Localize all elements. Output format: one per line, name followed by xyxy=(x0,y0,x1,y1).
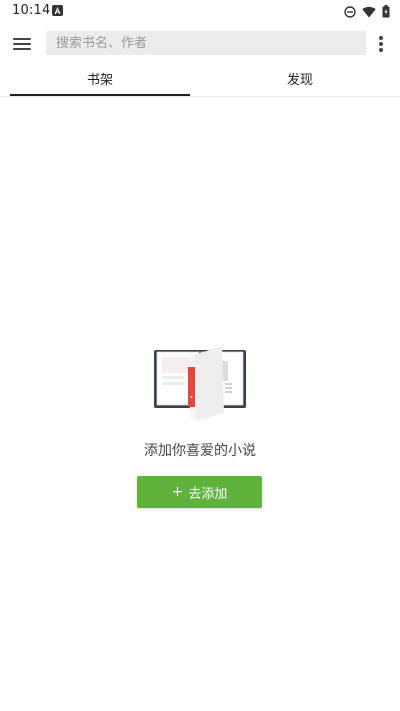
tab-bookshelf[interactable]: 书架 xyxy=(10,66,190,96)
toolbar xyxy=(0,24,400,64)
empty-state-message: 添加你喜爱的小说 xyxy=(144,443,256,459)
tab-discover[interactable]: 发现 xyxy=(210,66,390,96)
a-notification-icon xyxy=(52,5,63,16)
add-button-label: 去添加 xyxy=(188,486,228,502)
tab-divider xyxy=(0,96,400,97)
wifi-icon xyxy=(362,3,376,22)
battery-icon xyxy=(382,3,390,22)
search-box[interactable] xyxy=(46,31,366,55)
status-time: 10:14 xyxy=(12,3,51,18)
open-book-icon xyxy=(150,343,250,421)
do-not-disturb-icon xyxy=(344,3,356,22)
plus-icon: + xyxy=(171,484,184,500)
status-bar: 10:14 xyxy=(0,0,400,22)
tab-bar: 书架 发现 xyxy=(10,66,390,98)
more-vertical-icon[interactable] xyxy=(377,34,385,54)
hamburger-menu-icon[interactable] xyxy=(13,36,33,52)
add-book-button[interactable]: + 去添加 xyxy=(137,476,262,508)
search-input[interactable] xyxy=(46,31,366,55)
status-icons xyxy=(338,3,390,22)
app-screen: 10:14 书架 发现 xyxy=(0,0,400,711)
